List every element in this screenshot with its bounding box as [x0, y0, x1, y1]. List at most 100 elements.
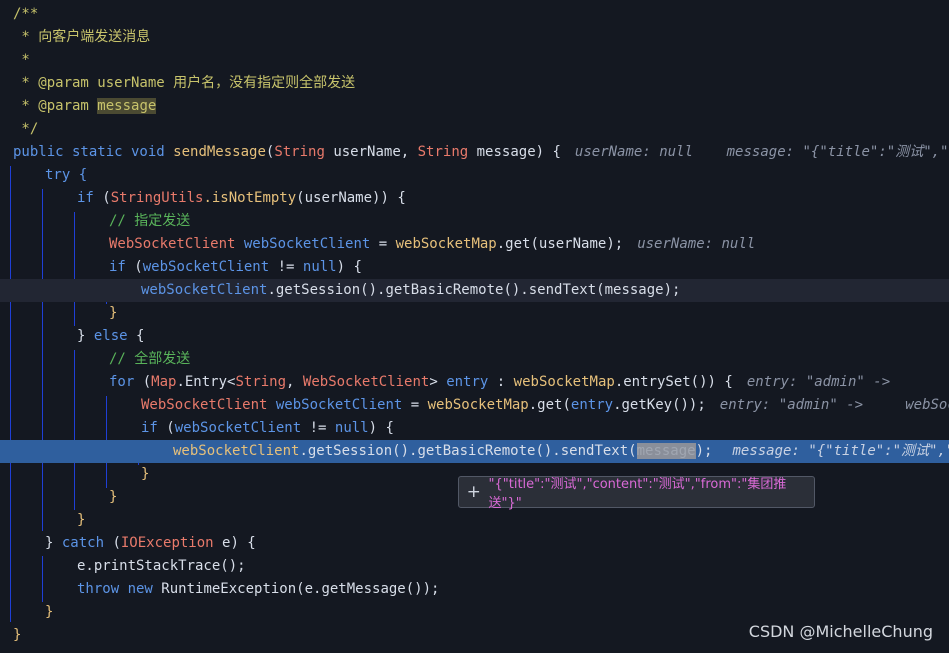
tooltip-value: "{"title":"测试","content":"测试","from":"集团…: [488, 477, 787, 511]
inline-debug-hint: entry: "admin" ->: [746, 374, 891, 390]
doc-comment: /**: [13, 6, 39, 22]
line-comment: // 全部发送: [109, 351, 191, 367]
keyword: for: [109, 374, 143, 390]
punct: (: [134, 259, 143, 275]
doc-comment: * 向客户端发送消息: [13, 29, 151, 45]
type-name: String: [274, 144, 325, 160]
punct: >: [429, 374, 447, 390]
keyword: catch: [61, 535, 105, 551]
code-line[interactable]: WebSocketClient webSocketClient = webSoc…: [0, 233, 949, 256]
brace: }: [77, 512, 86, 528]
param: message) {: [468, 144, 561, 160]
code-line[interactable]: if (webSocketClient != null) {: [0, 256, 949, 279]
operator: =: [402, 397, 428, 413]
call: .entrySet()) {: [614, 374, 733, 390]
method-name: sendMessage: [173, 144, 266, 160]
code-line[interactable]: // 全部发送: [0, 348, 949, 371]
keyword: if: [77, 190, 103, 206]
param: e) {: [213, 535, 256, 551]
code-line[interactable]: * @param userName 用户名，没有指定则全部发送: [0, 72, 949, 95]
code-line[interactable]: } else {: [0, 325, 949, 348]
field: webSocketMap: [513, 374, 615, 390]
code-line[interactable]: /**: [0, 3, 949, 26]
code-line-current[interactable]: webSocketClient.getSession().getBasicRem…: [0, 279, 949, 302]
type-name: IOException: [120, 535, 214, 551]
brace: }: [109, 489, 118, 505]
code-line-execution-point[interactable]: webSocketClient.getSession().getBasicRem…: [0, 440, 949, 463]
brace: }: [45, 604, 54, 620]
variable: webSocketClient: [173, 443, 300, 459]
plus-icon[interactable]: +: [459, 482, 489, 502]
variable: webSocketClient: [235, 236, 371, 252]
type-name: WebSocketClient: [302, 374, 430, 390]
code-line[interactable]: *: [0, 49, 949, 72]
variable: webSocketClient: [142, 259, 270, 275]
variable: entry: [570, 397, 614, 413]
type-name: WebSocketClient: [109, 236, 236, 252]
code-line[interactable]: throw new RuntimeException(e.getMessage(…: [0, 578, 949, 601]
param: userName,: [324, 144, 418, 160]
hovered-argument[interactable]: message: [636, 443, 696, 459]
variable: entry: [446, 374, 489, 390]
code-line[interactable]: * 向客户端发送消息: [0, 26, 949, 49]
statement: e.printStackTrace();: [77, 558, 246, 574]
doc-comment: *: [13, 52, 30, 68]
keyword: else: [93, 328, 128, 344]
code-line[interactable]: * @param message: [0, 95, 949, 118]
punct: (: [102, 190, 111, 206]
code-line[interactable]: */: [0, 118, 949, 141]
variable: webSocketClient: [174, 420, 302, 436]
debug-value-tooltip[interactable]: + "{"title":"测试","content":"测试","from":"…: [458, 476, 815, 511]
code-line[interactable]: }: [0, 302, 949, 325]
watermark: CSDN @MichelleChung: [748, 622, 933, 641]
field: webSocketMap: [395, 236, 497, 252]
variable: webSocketClient: [267, 397, 403, 413]
keyword: if: [109, 259, 135, 275]
inline-debug-hint: userName: null message: "{"title":"测试","…: [574, 144, 949, 160]
code-line[interactable]: if (webSocketClient != null) {: [0, 417, 949, 440]
brace: }: [77, 328, 94, 344]
code-line[interactable]: try {: [0, 164, 949, 187]
type-name: String: [235, 374, 287, 390]
code-line[interactable]: // 指定发送: [0, 210, 949, 233]
code-line[interactable]: e.printStackTrace();: [0, 555, 949, 578]
call: .getKey());: [613, 397, 706, 413]
inline-debug-hint: message: "{"title":"测试","cont: [732, 443, 949, 459]
code-line-signature[interactable]: public static void sendMessage(String us…: [0, 141, 949, 164]
brace: {: [127, 328, 145, 344]
keyword: if: [141, 420, 167, 436]
class-name: StringUtils: [110, 190, 204, 206]
inline-debug-hint: entry: "admin" -> webSocketC: [719, 397, 949, 413]
code-editor[interactable]: /** * 向客户端发送消息 * * @param userName 用户名，没…: [0, 0, 949, 653]
argument: message: [604, 282, 664, 298]
keyword: try {: [45, 167, 88, 183]
punct: (: [142, 374, 152, 390]
operator: :: [488, 374, 514, 390]
brace: }: [141, 466, 150, 482]
code-line[interactable]: if (StringUtils.isNotEmpty(userName)) {: [0, 187, 949, 210]
keyword: throw new: [77, 581, 162, 597]
punct: .Entry<: [176, 374, 236, 390]
keyword: public static void: [13, 144, 174, 160]
doc-comment: */: [13, 121, 39, 137]
punct: ) {: [336, 259, 362, 275]
call: .getSession().getBasicRemote().sendText(: [299, 443, 637, 459]
doc-param-name: message: [97, 98, 157, 114]
code-line[interactable]: } catch (IOException e) {: [0, 532, 949, 555]
operator: !=: [269, 259, 303, 275]
code-line[interactable]: }: [0, 601, 949, 624]
code-line[interactable]: WebSocketClient webSocketClient = webSoc…: [0, 394, 949, 417]
type-name: String: [417, 144, 469, 160]
punct: (: [166, 420, 175, 436]
type-name: WebSocketClient: [141, 397, 268, 413]
keyword: null: [302, 259, 337, 275]
code-line[interactable]: for (Map.Entry<String, WebSocketClient> …: [0, 371, 949, 394]
code-line[interactable]: }: [0, 509, 949, 532]
punct: );: [663, 282, 681, 298]
method-call: .isNotEmpty: [203, 190, 297, 206]
inline-debug-hint: userName: null: [637, 236, 756, 252]
brace: }: [109, 305, 118, 321]
operator: =: [370, 236, 396, 252]
punct: ,: [286, 374, 303, 390]
brace: }: [13, 627, 22, 643]
